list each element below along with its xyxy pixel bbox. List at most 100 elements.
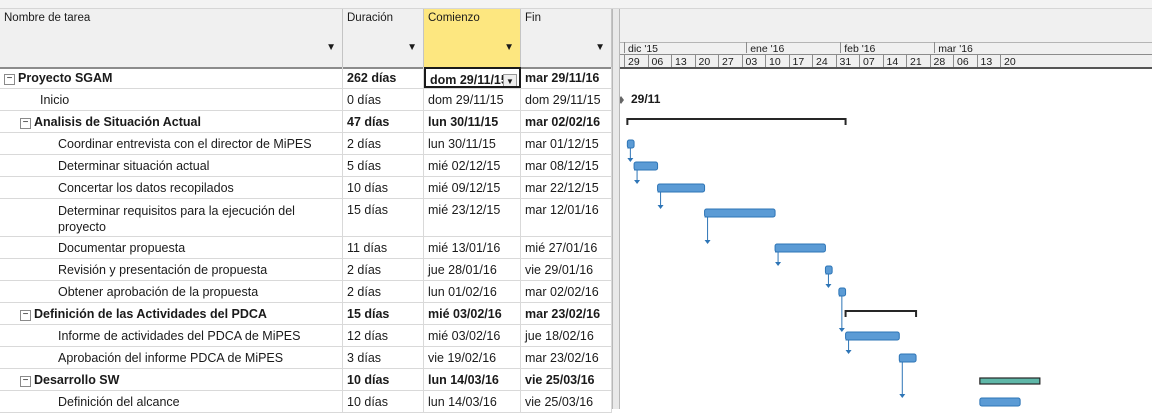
task-end-cell[interactable]: mar 29/11/16 [521, 67, 612, 88]
column-header-duration[interactable]: Duración ▼ [343, 9, 424, 67]
task-name-cell[interactable]: Revisión y presentación de propuesta [0, 259, 343, 280]
collapse-icon[interactable]: − [4, 74, 15, 85]
task-start-cell[interactable]: mié 13/01/16 [424, 237, 521, 258]
collapse-icon[interactable]: − [20, 310, 31, 321]
column-header-end[interactable]: Fin ▼ [521, 9, 612, 67]
task-end-cell[interactable]: mar 01/12/15 [521, 133, 612, 154]
task-end-cell[interactable]: mar 23/02/16 [521, 303, 612, 324]
task-row[interactable]: − Analisis de Situación Actual 47 días lun … [0, 111, 612, 133]
task-row[interactable]: Aprobación del informe PDCA de MiPES 3 dí… [0, 347, 612, 369]
task-row[interactable]: − Definición de las Actividades del PDCA 1… [0, 303, 612, 325]
task-duration-cell[interactable]: 3 días [343, 347, 424, 368]
task-end-cell[interactable]: mar 02/02/16 [521, 111, 612, 132]
task-name-cell[interactable]: − Desarrollo SW [0, 369, 343, 390]
task-duration-cell[interactable]: 15 días [343, 199, 424, 236]
task-row[interactable]: Obtener aprobación de la propuesta 2 días… [0, 281, 612, 303]
task-start: mié 09/12/15 [428, 181, 501, 195]
task-duration-cell[interactable]: 10 días [343, 369, 424, 390]
task-name-cell[interactable]: Obtener aprobación de la propuesta [0, 281, 343, 302]
task-end-cell[interactable]: mar 12/01/16 [521, 199, 612, 236]
column-header-name[interactable]: Nombre de tarea ▼ [0, 9, 343, 67]
task-name-cell[interactable]: Concertar los datos recopilados [0, 177, 343, 198]
task-duration-cell[interactable]: 15 días [343, 303, 424, 324]
task-end-cell[interactable]: vie 25/03/16 [521, 369, 612, 390]
task-duration-cell[interactable]: 2 días [343, 259, 424, 280]
task-start-cell[interactable]: mié 02/12/15 [424, 155, 521, 176]
task-duration-cell[interactable]: 47 días [343, 111, 424, 132]
milestone-marker [620, 96, 624, 104]
task-name: Definición del alcance [58, 395, 180, 409]
date-dropdown-icon[interactable]: ▼ [503, 74, 517, 86]
task-start-cell[interactable]: dom 29/11/15 ▼ [424, 67, 521, 88]
task-start-cell[interactable]: mié 03/02/16 [424, 303, 521, 324]
task-start: mié 13/01/16 [428, 241, 501, 255]
task-start-cell[interactable]: mié 09/12/15 [424, 177, 521, 198]
task-start-cell[interactable]: lun 14/03/16 [424, 369, 521, 390]
task-start-cell[interactable]: lun 30/11/15 [424, 111, 521, 132]
task-end-cell[interactable]: mar 08/12/15 [521, 155, 612, 176]
week-divider [788, 55, 790, 67]
task-name-cell[interactable]: Determinar situación actual [0, 155, 343, 176]
task-name-cell[interactable]: Inicio [0, 89, 343, 110]
view-splitter[interactable] [612, 9, 620, 409]
task-row[interactable]: Determinar requisitos para la ejecución … [0, 199, 612, 237]
task-duration-cell[interactable]: 5 días [343, 155, 424, 176]
task-duration: 15 días [347, 307, 390, 321]
task-row[interactable]: Definición del alcance 10 días lun 14/03/1… [0, 391, 612, 413]
task-start-cell[interactable]: jue 28/01/16 [424, 259, 521, 280]
task-duration-cell[interactable]: 10 días [343, 177, 424, 198]
milestone-date-label: 29/11 [631, 92, 661, 106]
task-name-cell[interactable]: − Analisis de Situación Actual [0, 111, 343, 132]
column-filter-icon[interactable]: ▼ [407, 42, 417, 53]
task-duration-cell[interactable]: 2 días [343, 133, 424, 154]
task-end: dom 29/11/15 [525, 93, 601, 107]
column-filter-icon[interactable]: ▼ [595, 42, 605, 53]
task-end-cell[interactable]: jue 18/02/16 [521, 325, 612, 346]
task-duration: 0 días [347, 93, 382, 107]
collapse-icon[interactable]: − [20, 376, 31, 387]
dependency-arrow [634, 180, 641, 184]
task-row[interactable]: Coordinar entrevista con el director de … [0, 133, 612, 155]
task-name-cell[interactable]: − Definición de las Actividades del PDCA [0, 303, 343, 324]
task-start-cell[interactable]: lun 01/02/16 [424, 281, 521, 302]
task-name-cell[interactable]: Coordinar entrevista con el director de … [0, 133, 343, 154]
task-bar [633, 161, 659, 171]
task-name-cell[interactable]: Determinar requisitos para la ejecución … [0, 199, 343, 236]
task-row[interactable]: Inicio 0 días dom 29/11/15 dom 29/11/15 [0, 89, 612, 111]
task-duration-cell[interactable]: 2 días [343, 281, 424, 302]
task-row[interactable]: Revisión y presentación de propuesta 2 dí… [0, 259, 612, 281]
task-duration-cell[interactable]: 11 días [343, 237, 424, 258]
task-end-cell[interactable]: mar 22/12/15 [521, 177, 612, 198]
task-end-cell[interactable]: dom 29/11/15 [521, 89, 612, 110]
task-start-cell[interactable]: lun 30/11/15 [424, 133, 521, 154]
summary-bar [844, 310, 918, 317]
task-name-cell[interactable]: Aprobación del informe PDCA de MiPES [0, 347, 343, 368]
week-divider [765, 55, 766, 67]
task-start-cell[interactable]: dom 29/11/15 [424, 89, 521, 110]
column-filter-icon[interactable]: ▼ [504, 42, 514, 53]
task-start-cell[interactable]: vie 19/02/16 [424, 347, 521, 368]
task-row[interactable]: Documentar propuesta 11 días mié 13/01/16 m… [0, 237, 612, 259]
task-row[interactable]: − Desarrollo SW 10 días lun 14/03/16 vie 25/… [0, 369, 612, 391]
column-filter-icon[interactable]: ▼ [326, 42, 336, 53]
task-end-cell[interactable]: mar 23/02/16 [521, 347, 612, 368]
task-duration-cell[interactable]: 0 días [343, 89, 424, 110]
task-end-cell[interactable]: mar 02/02/16 [521, 281, 612, 302]
task-start-cell[interactable]: mié 03/02/16 [424, 325, 521, 346]
month-divider [746, 42, 748, 53]
task-end-cell[interactable]: vie 29/01/16 [521, 259, 612, 280]
task-name-cell[interactable]: Documentar propuesta [0, 237, 343, 258]
task-row[interactable]: − Proyecto SGAM 262 días dom 29/11/15 ▼ mar 2… [0, 67, 612, 89]
task-duration-cell[interactable]: 12 días [343, 325, 424, 346]
task-name-cell[interactable]: − Proyecto SGAM [0, 67, 343, 88]
task-duration-cell[interactable]: 262 días [343, 67, 424, 88]
task-row[interactable]: Concertar los datos recopilados 10 días mi… [0, 177, 612, 199]
task-row[interactable]: Determinar situación actual 5 días mié 02/… [0, 155, 612, 177]
task-end-cell[interactable]: mié 27/01/16 [521, 237, 612, 258]
column-header-start[interactable]: Comienzo ▼ [424, 9, 521, 67]
task-name-cell[interactable]: Informe de actividades del PDCA de MiPES [0, 325, 343, 346]
task-row[interactable]: Informe de actividades del PDCA de MiPES… [0, 325, 612, 347]
dependency-arrow [704, 240, 711, 244]
collapse-icon[interactable]: − [20, 118, 31, 129]
task-start-cell[interactable]: mié 23/12/15 [424, 199, 521, 236]
